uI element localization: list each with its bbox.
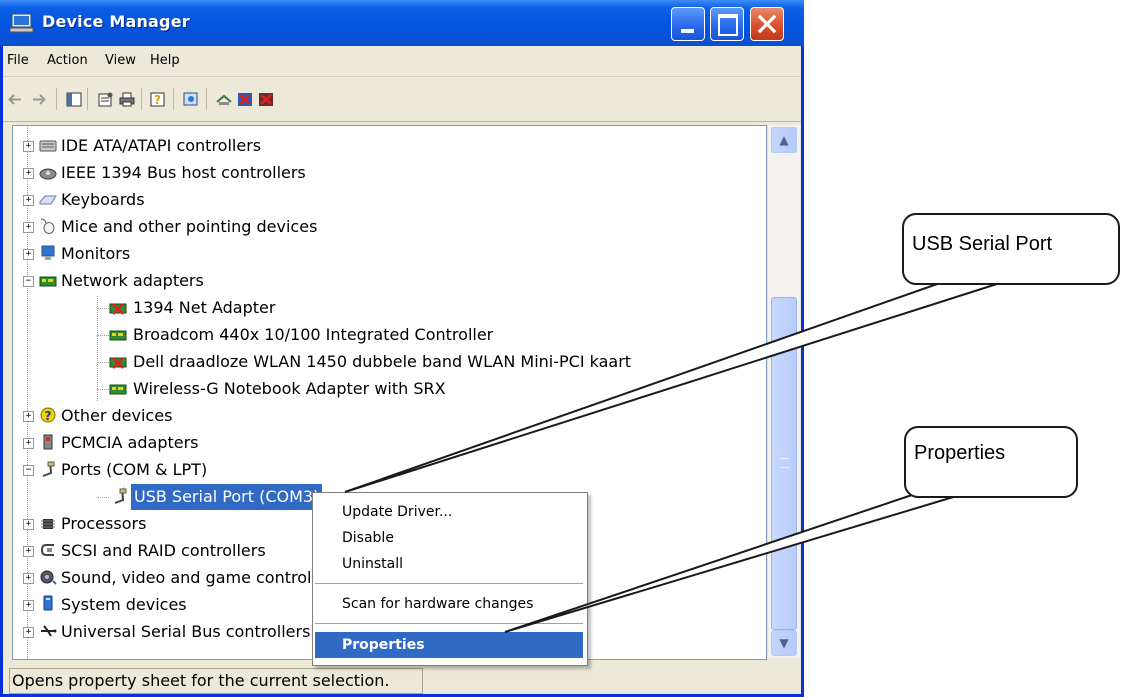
collapse-icon[interactable]: − <box>23 276 34 287</box>
chevron-down-icon: ▼ <box>779 636 789 650</box>
properties-callout: Properties <box>904 426 1078 498</box>
sound-icon <box>40 570 57 585</box>
firewire-controller-icon <box>39 168 57 180</box>
window-title: Device Manager <box>42 12 190 31</box>
system-device-icon <box>43 595 53 611</box>
expand-icon[interactable]: + <box>23 600 34 611</box>
expand-icon[interactable]: + <box>23 627 34 638</box>
toolbar-separator <box>206 88 207 110</box>
scroll-thumb[interactable] <box>771 297 797 630</box>
menu-item-properties[interactable]: Properties <box>315 632 583 658</box>
scroll-up-button[interactable]: ▲ <box>771 127 797 153</box>
usb-serial-port-callout: USB Serial Port <box>902 213 1120 285</box>
maximize-button[interactable] <box>710 7 744 41</box>
collapse-icon[interactable]: − <box>23 465 34 476</box>
toolbar-separator <box>141 88 142 110</box>
expand-icon[interactable]: + <box>23 249 34 260</box>
context-menu: Update Driver... Disable Uninstall Scan … <box>312 492 588 666</box>
network-adapter-icon <box>109 330 127 341</box>
expand-icon[interactable]: + <box>23 222 34 233</box>
toolbar-separator <box>56 88 57 110</box>
title-bar[interactable]: Device Manager <box>0 0 804 46</box>
toolbar-separator <box>87 88 88 110</box>
port-icon <box>114 488 127 504</box>
close-icon <box>757 14 777 34</box>
expand-icon[interactable]: + <box>23 195 34 206</box>
network-adapter-disabled-icon <box>109 357 127 369</box>
menu-view[interactable]: View <box>105 53 136 68</box>
disable-device-icon[interactable] <box>237 92 253 107</box>
forward-arrow-icon[interactable] <box>31 92 47 107</box>
close-button[interactable] <box>750 7 784 41</box>
console-tree-icon[interactable] <box>66 92 82 107</box>
grip-icon <box>780 458 789 468</box>
menu-file[interactable]: File <box>7 53 29 68</box>
menu-separator <box>315 623 583 624</box>
unknown-device-icon: ? <box>40 407 56 423</box>
port-icon <box>42 461 55 477</box>
svg-text:?: ? <box>154 93 161 107</box>
expand-icon[interactable]: + <box>23 411 34 422</box>
menu-separator <box>315 583 583 584</box>
menu-bar: File Action View Help <box>3 46 801 77</box>
back-arrow-icon[interactable] <box>7 92 23 107</box>
update-driver-icon[interactable] <box>216 92 232 107</box>
network-adapter-icon <box>109 384 127 395</box>
menu-item-scan-hardware[interactable]: Scan for hardware changes <box>315 591 583 617</box>
menu-item-disable[interactable]: Disable <box>315 525 583 551</box>
scroll-down-button[interactable]: ▼ <box>771 630 797 656</box>
properties-icon[interactable] <box>97 92 113 107</box>
minimize-button[interactable] <box>671 7 705 41</box>
menu-item-uninstall[interactable]: Uninstall <box>315 551 583 577</box>
status-text: Opens property sheet for the current sel… <box>9 668 423 694</box>
toolbar: ? <box>3 76 801 122</box>
pcmcia-icon <box>43 434 53 450</box>
expand-icon[interactable]: + <box>23 546 34 557</box>
uninstall-device-icon[interactable] <box>258 92 274 107</box>
menu-item-update-driver[interactable]: Update Driver... <box>315 499 583 525</box>
toolbar-separator <box>173 88 174 110</box>
selected-device-label: USB Serial Port (COM3) <box>131 484 323 510</box>
ide-controller-icon <box>39 140 57 152</box>
mouse-icon <box>40 218 55 234</box>
status-bar: Opens property sheet for the current sel… <box>3 662 801 697</box>
usb-icon <box>41 625 57 637</box>
menu-help[interactable]: Help <box>150 53 180 68</box>
chevron-up-icon: ▲ <box>779 133 789 147</box>
monitor-icon <box>41 245 55 260</box>
expand-icon[interactable]: + <box>23 438 34 449</box>
menu-action[interactable]: Action <box>47 53 88 68</box>
computer-icon <box>10 13 34 33</box>
scsi-controller-icon <box>40 544 54 556</box>
network-adapter-icon <box>39 276 57 287</box>
expand-icon[interactable]: + <box>23 168 34 179</box>
maximize-icon <box>718 14 738 36</box>
expand-icon[interactable]: + <box>23 519 34 530</box>
keyboard-icon <box>39 195 57 205</box>
network-adapter-disabled-icon <box>109 303 127 315</box>
processor-icon <box>41 519 55 529</box>
scan-hardware-icon[interactable] <box>183 92 199 107</box>
minimize-icon <box>681 29 694 33</box>
expand-icon[interactable]: + <box>23 573 34 584</box>
vertical-scrollbar[interactable]: ▲ ▼ <box>767 125 800 658</box>
print-icon[interactable] <box>119 92 135 107</box>
expand-icon[interactable]: + <box>23 141 34 152</box>
help-icon[interactable]: ? <box>150 92 166 107</box>
svg-text:?: ? <box>45 409 52 423</box>
